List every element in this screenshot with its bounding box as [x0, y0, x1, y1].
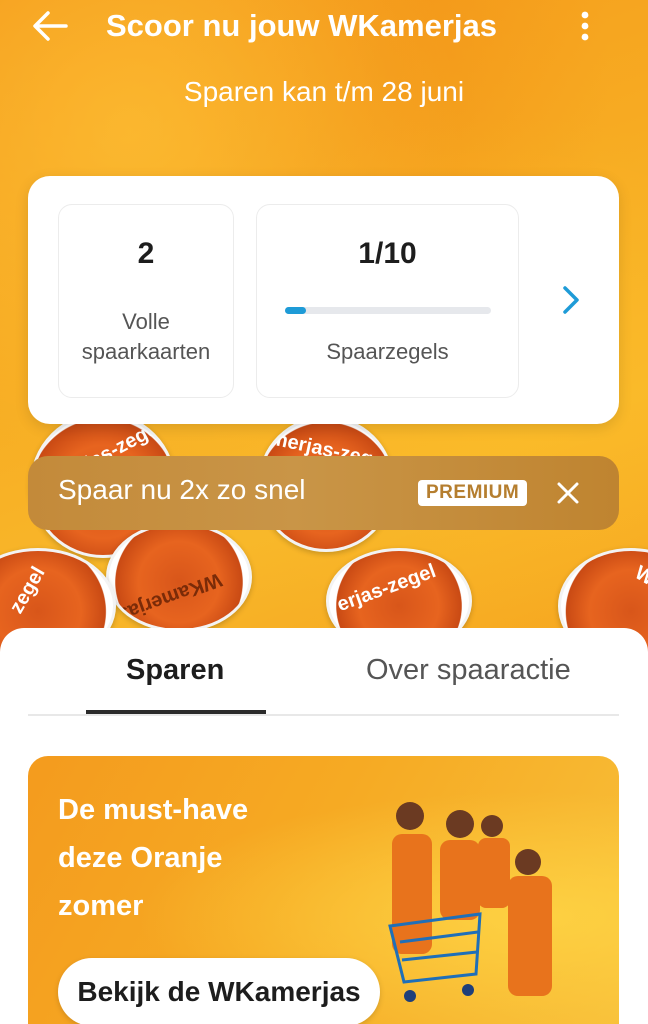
- view-wkamerjas-button[interactable]: Bekijk de WKamerjas: [58, 958, 380, 1024]
- stamps-progress-fill: [285, 307, 306, 314]
- chevron-right-icon: [563, 286, 579, 314]
- more-vertical-icon: [581, 11, 589, 41]
- top-bar: Scoor nu jouw WKamerjas: [0, 0, 648, 56]
- tab-over-spaaractie[interactable]: Over spaaractie: [366, 650, 571, 690]
- stamp-text: zegel: [5, 563, 50, 618]
- stamps-count: 1/10: [358, 237, 417, 270]
- promo-title-line: zomer: [58, 890, 144, 922]
- content-sheet: Sparen Over spaaractie De must-have deze…: [0, 628, 648, 1024]
- page-title: Scoor nu jouw WKamerjas: [106, 8, 498, 43]
- full-cards-label: Volle spaarkaarten: [59, 307, 233, 367]
- premium-badge: PREMIUM: [418, 480, 528, 506]
- premium-text: Spaar nu 2x zo snel: [58, 474, 306, 505]
- players-photo: [388, 802, 552, 1002]
- tab-sparen[interactable]: Sparen: [126, 650, 224, 690]
- stamps-label: Spaarzegels: [326, 339, 449, 364]
- promo-title-line: De must-have: [58, 794, 249, 826]
- close-icon: [557, 482, 579, 504]
- active-tab-indicator: [86, 710, 266, 714]
- stamps-progress-bar: [285, 307, 491, 314]
- full-cards-count: 2: [137, 237, 155, 270]
- hero-background: amerjas-zegel merjas-zege WKamerjas erja…: [0, 0, 648, 660]
- stamps-stat: 1/10 Spaarzegels: [256, 204, 519, 398]
- more-options-button[interactable]: [570, 6, 600, 46]
- arrow-left-icon: [33, 11, 68, 41]
- back-button[interactable]: [28, 6, 72, 46]
- stats-next-button[interactable]: [556, 280, 586, 320]
- stamp-text: WKamerjas: [114, 568, 225, 626]
- savings-stats-card[interactable]: 2 Volle spaarkaarten 1/10 Spaarzegels: [28, 176, 619, 424]
- tab-bar: Sparen Over spaaractie: [28, 628, 619, 716]
- savings-deadline: Sparen kan t/m 28 juni: [183, 76, 465, 107]
- full-cards-label-line1: Volle: [122, 309, 170, 334]
- promo-title: De must-have deze Oranje zomer: [58, 786, 308, 930]
- promo-banner[interactable]: De must-have deze Oranje zomer Bekijk de…: [28, 756, 619, 1024]
- close-premium-button[interactable]: [553, 478, 583, 508]
- stamp-text: W: [631, 561, 648, 591]
- stamp-sticker: WKamerjas: [106, 522, 252, 632]
- full-cards-label-line2: spaarkaarten: [81, 339, 211, 364]
- full-cards-stat: 2 Volle spaarkaarten: [58, 204, 234, 398]
- promo-title-line: deze Oranje: [58, 842, 223, 874]
- stamp-text: erjas-zegel: [334, 560, 439, 617]
- premium-banner[interactable]: Spaar nu 2x zo snel PREMIUM: [28, 456, 619, 530]
